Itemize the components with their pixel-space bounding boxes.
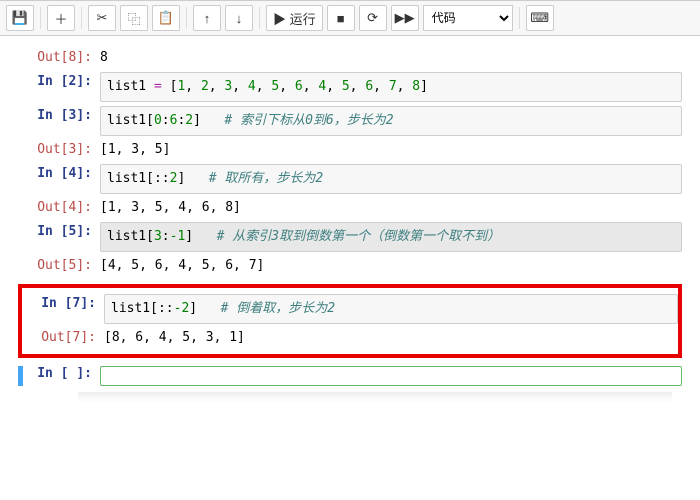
in-prompt: In [4]:	[18, 164, 100, 184]
output-row: Out[3]:[1, 3, 5]	[18, 140, 682, 160]
output-text: [8, 6, 4, 5, 3, 1]	[104, 328, 678, 348]
input-cell[interactable]: In [3]:list1[0:6:2] # 索引下标从0到6，步长为2	[18, 106, 682, 136]
separator	[40, 7, 41, 29]
output-text: [4, 5, 6, 4, 5, 6, 7]	[100, 256, 682, 276]
output-text: [1, 3, 5, 4, 6, 8]	[100, 198, 682, 218]
in-prompt: In [3]:	[18, 106, 100, 126]
input-cell[interactable]: In [2]:list1 = [1, 2, 3, 4, 5, 6, 4, 5, …	[18, 72, 682, 102]
copy-button[interactable]: ⿻	[120, 5, 148, 31]
out-prompt: Out[3]:	[18, 140, 100, 160]
output-row: Out[4]:[1, 3, 5, 4, 6, 8]	[18, 198, 682, 218]
output-text: [1, 3, 5]	[100, 140, 682, 160]
notebook-toolbar: 💾 ＋ ✂ ⿻ 📋 ↑ ↓ ▶ 运行 ■ ⟳ ▶▶ 代码 ⌨	[0, 0, 700, 36]
code-input[interactable]: list1 = [1, 2, 3, 4, 5, 6, 4, 5, 6, 7, 8…	[100, 72, 682, 102]
out-prompt: Out[8]:	[18, 48, 100, 68]
restart-run-all-button[interactable]: ▶▶	[391, 5, 419, 31]
separator	[81, 7, 82, 29]
in-prompt: In [2]:	[18, 72, 100, 92]
in-prompt: In [ ]:	[23, 366, 100, 381]
output-row: Out[8]:8	[18, 48, 682, 68]
out-prompt: Out[4]:	[18, 198, 100, 218]
separator	[186, 7, 187, 29]
interrupt-button[interactable]: ■	[327, 5, 355, 31]
in-prompt: In [5]:	[18, 222, 100, 242]
restart-button[interactable]: ⟳	[359, 5, 387, 31]
run-button[interactable]: ▶ 运行	[266, 5, 323, 31]
input-cell[interactable]: In [7]:list1[::-2] # 倒着取，步长为2	[22, 294, 678, 324]
separator	[259, 7, 260, 29]
celltype-select[interactable]: 代码	[423, 5, 513, 31]
separator	[519, 7, 520, 29]
output-row: Out[5]:[4, 5, 6, 4, 5, 6, 7]	[18, 256, 682, 276]
move-up-button[interactable]: ↑	[193, 5, 221, 31]
shadow	[78, 392, 672, 402]
code-input[interactable]: list1[::-2] # 倒着取，步长为2	[104, 294, 678, 324]
code-input[interactable]: list1[0:6:2] # 索引下标从0到6，步长为2	[100, 106, 682, 136]
add-cell-button[interactable]: ＋	[47, 5, 75, 31]
input-cell[interactable]: In [5]:list1[3:-1] # 从索引3取到倒数第一个（倒数第一个取不…	[18, 222, 682, 252]
paste-button[interactable]: 📋	[152, 5, 180, 31]
out-prompt: Out[7]:	[22, 328, 104, 348]
out-prompt: Out[5]:	[18, 256, 100, 276]
code-input[interactable]: list1[3:-1] # 从索引3取到倒数第一个（倒数第一个取不到）	[100, 222, 682, 252]
input-cell[interactable]: In [4]:list1[::2] # 取所有，步长为2	[18, 164, 682, 194]
output-text: 8	[100, 48, 682, 68]
cut-button[interactable]: ✂	[88, 5, 116, 31]
active-input-cell[interactable]: In [ ]:	[18, 366, 682, 386]
move-down-button[interactable]: ↓	[225, 5, 253, 31]
highlight-box: In [7]:list1[::-2] # 倒着取，步长为2Out[7]:[8, …	[18, 284, 682, 358]
code-input[interactable]: list1[::2] # 取所有，步长为2	[100, 164, 682, 194]
notebook-area: Out[8]:8In [2]:list1 = [1, 2, 3, 4, 5, 6…	[0, 36, 700, 442]
save-button[interactable]: 💾	[6, 5, 34, 31]
command-palette-button[interactable]: ⌨	[526, 5, 554, 31]
output-row: Out[7]:[8, 6, 4, 5, 3, 1]	[22, 328, 678, 348]
code-input[interactable]	[100, 366, 682, 386]
in-prompt: In [7]:	[22, 294, 104, 314]
